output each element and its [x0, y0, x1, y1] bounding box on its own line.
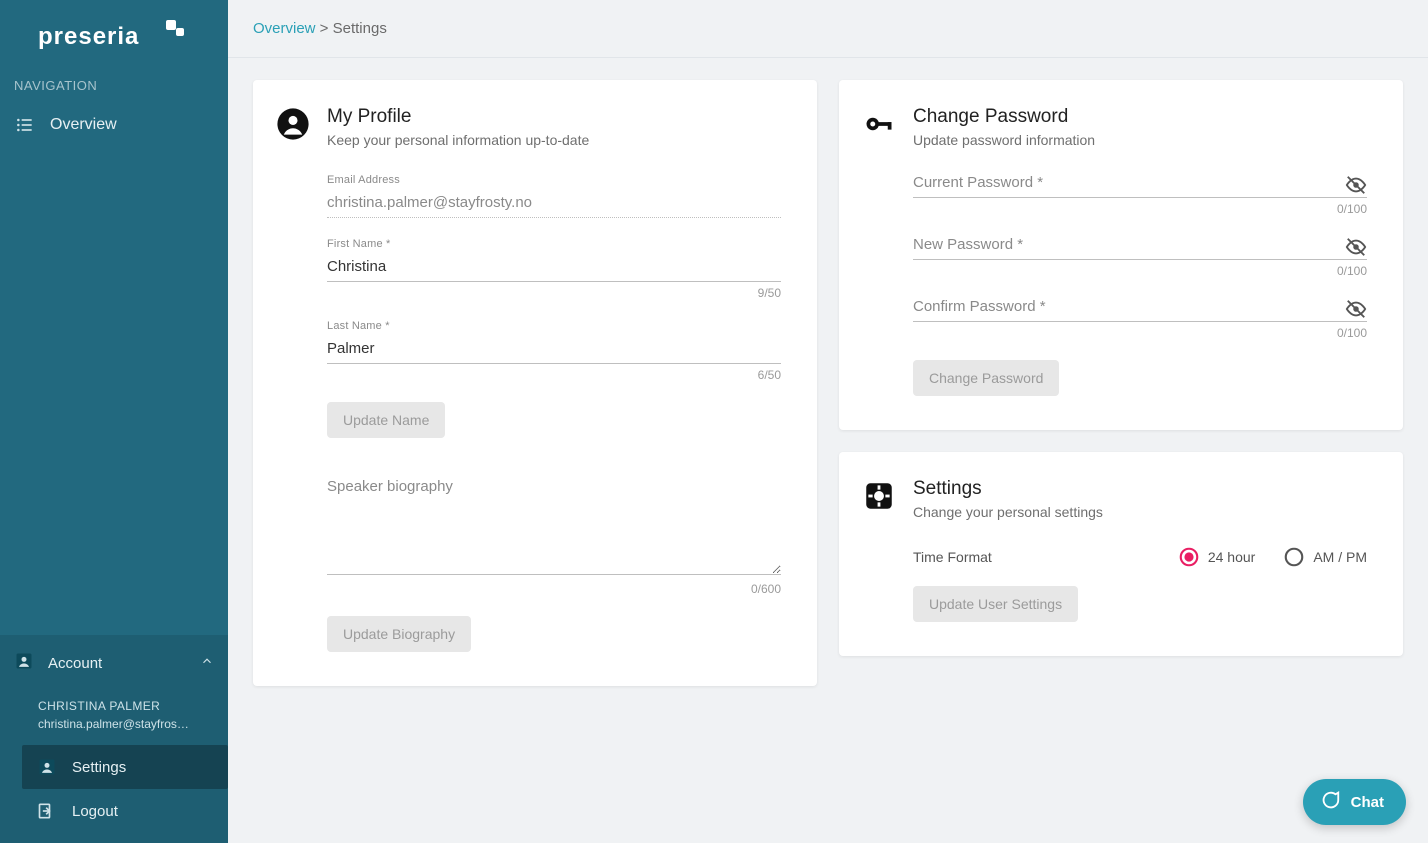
time-format-ampm-radio[interactable]: AM / PM	[1283, 546, 1367, 568]
sidebar-user-info: CHRISTINA PALMER christina.palmer@stayfr…	[0, 691, 228, 739]
visibility-off-icon[interactable]	[1345, 174, 1367, 199]
radio-label: AM / PM	[1313, 549, 1367, 565]
breadcrumb-current: Settings	[333, 20, 387, 37]
main-area: Overview > Settings My Profile Keep your…	[228, 0, 1428, 843]
user-email: christina.palmer@stayfros…	[38, 715, 203, 733]
svg-text:preseria: preseria	[38, 23, 139, 50]
current-password-counter: 0/100	[913, 202, 1367, 216]
current-password-label: Current Password *	[913, 174, 1367, 198]
user-name: CHRISTINA PALMER	[38, 697, 214, 715]
settings-card: Settings Change your personal settings T…	[839, 452, 1403, 656]
confirm-password-label: Confirm Password *	[913, 298, 1367, 322]
radio-label: 24 hour	[1208, 549, 1255, 565]
first-name-counter: 9/50	[327, 286, 781, 300]
account-box-icon	[36, 757, 58, 777]
breadcrumb: Overview > Settings	[228, 0, 1428, 58]
chevron-up-icon	[200, 654, 214, 672]
email-field	[327, 190, 781, 218]
card-title: Change Password	[913, 106, 1095, 128]
confirm-password-counter: 0/100	[913, 326, 1367, 340]
change-password-button[interactable]: Change Password	[913, 360, 1059, 396]
email-label: Email Address	[327, 174, 781, 186]
biography-label: Speaker biography	[327, 478, 781, 501]
sidebar-item-logout[interactable]: Logout	[22, 789, 228, 833]
key-icon	[861, 106, 897, 142]
card-title: My Profile	[327, 106, 589, 128]
sidebar-item-overview[interactable]: Overview	[0, 103, 228, 147]
new-password-counter: 0/100	[913, 264, 1367, 278]
time-format-label: Time Format	[913, 549, 992, 565]
biography-field[interactable]	[327, 501, 781, 575]
chat-button[interactable]: Chat	[1303, 779, 1406, 825]
account-circle-icon	[275, 106, 311, 142]
navigation-heading: NAVIGATION	[0, 78, 228, 103]
sidebar-item-account[interactable]: Account	[0, 635, 228, 691]
sidebar: preseria NAVIGATION Overview Account CHR…	[0, 0, 228, 843]
my-profile-card: My Profile Keep your personal informatio…	[253, 80, 817, 686]
visibility-off-icon[interactable]	[1345, 298, 1367, 323]
sidebar-item-label: Settings	[72, 759, 126, 776]
card-subtitle: Update password information	[913, 132, 1095, 148]
card-subtitle: Change your personal settings	[913, 504, 1103, 520]
brand-logo: preseria	[0, 0, 228, 78]
list-icon	[14, 115, 36, 135]
sidebar-item-label: Account	[48, 655, 102, 672]
sidebar-item-label: Overview	[50, 116, 117, 134]
sidebar-item-label: Logout	[72, 803, 118, 820]
breadcrumb-separator: >	[316, 20, 333, 37]
first-name-label: First Name *	[327, 238, 781, 250]
sidebar-account-block: Account CHRISTINA PALMER christina.palme…	[0, 635, 228, 843]
time-format-24h-radio[interactable]: 24 hour	[1178, 546, 1255, 568]
update-user-settings-button[interactable]: Update User Settings	[913, 586, 1078, 622]
last-name-label: Last Name *	[327, 320, 781, 332]
breadcrumb-overview-link[interactable]: Overview	[253, 20, 316, 37]
update-name-button[interactable]: Update Name	[327, 402, 445, 438]
visibility-off-icon[interactable]	[1345, 236, 1367, 261]
account-box-icon	[14, 651, 34, 675]
new-password-label: New Password *	[913, 236, 1367, 260]
chat-icon	[1319, 789, 1341, 815]
last-name-field[interactable]	[327, 336, 781, 364]
last-name-counter: 6/50	[327, 368, 781, 382]
change-password-card: Change Password Update password informat…	[839, 80, 1403, 430]
biography-counter: 0/600	[327, 582, 781, 596]
gear-icon	[861, 478, 897, 514]
chat-label: Chat	[1351, 794, 1384, 811]
update-biography-button[interactable]: Update Biography	[327, 616, 471, 652]
logout-icon	[36, 801, 58, 821]
card-subtitle: Keep your personal information up-to-dat…	[327, 132, 589, 148]
card-title: Settings	[913, 478, 1103, 500]
first-name-field[interactable]	[327, 254, 781, 282]
sidebar-item-settings[interactable]: Settings	[22, 745, 228, 789]
